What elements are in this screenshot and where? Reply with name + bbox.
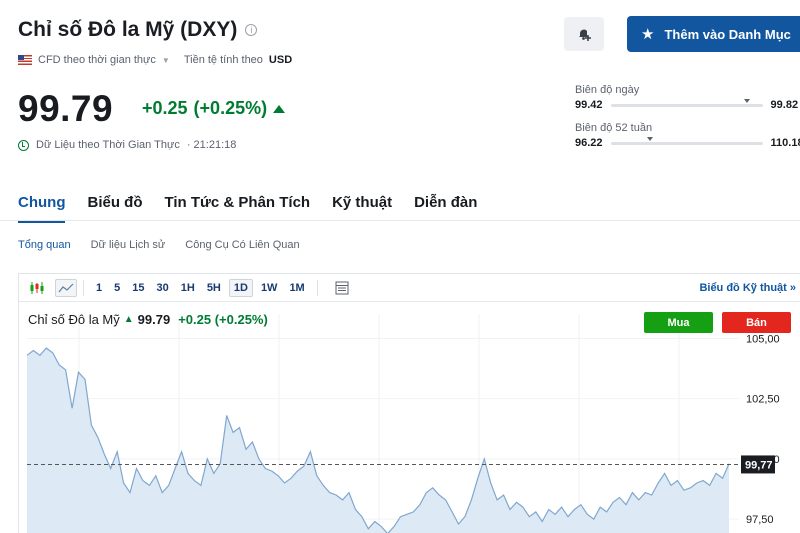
week52-range-label: Biên độ 52 tuần xyxy=(575,122,653,134)
subtab-related[interactable]: Công Cụ Có Liên Quan xyxy=(185,239,299,251)
last-price: 99.79 xyxy=(18,88,114,129)
chevron-down-icon[interactable]: ▼ xyxy=(162,56,170,65)
chart-panel: 1 5 15 30 1H 5H 1D 1W 1M Biểu đồ Kỹ thuậ… xyxy=(18,273,800,533)
subtab-summary[interactable]: Tổng quan xyxy=(18,239,71,251)
update-time: · 21:21:18 xyxy=(186,139,237,151)
page-title: Chỉ số Đô la Mỹ (DXY) i xyxy=(18,18,258,42)
currency-label: Tiền tệ tính theo xyxy=(183,54,263,66)
alert-button[interactable] xyxy=(564,17,604,51)
day-range-bar xyxy=(610,98,763,107)
star-icon: ★ xyxy=(641,26,655,43)
day-range-low: 99.42 xyxy=(575,99,603,111)
week52-range-low: 96.22 xyxy=(575,137,603,149)
sub-tabs: Tổng quan Dữ liệu Lịch sử Công Cụ Có Liê… xyxy=(18,239,300,251)
currency-value: USD xyxy=(268,54,293,66)
tab-chart[interactable]: Biểu đồ xyxy=(87,194,142,211)
info-icon[interactable]: i xyxy=(245,24,258,36)
change-abs: +0.25 xyxy=(142,98,188,118)
add-watchlist-button[interactable]: ★ Thêm vào Danh Mục xyxy=(627,16,800,52)
instrument-subline: CFD theo thời gian thực ▼ Tiền tệ tính t… xyxy=(18,54,292,66)
chart-legend: Chỉ số Đô la Mỹ ▲ 99.79 +0.25 (+0.25%) xyxy=(28,312,268,327)
bell-plus-icon xyxy=(579,29,591,41)
tab-forum[interactable]: Diễn đàn xyxy=(414,194,477,211)
price-area xyxy=(27,348,729,533)
instrument-type[interactable]: CFD theo thời gian thực xyxy=(38,54,156,66)
buy-button[interactable]: Mua xyxy=(644,312,713,333)
realtime-status: Dữ Liệu theo Thời Gian Thực · 21:21:18 xyxy=(18,139,236,151)
realtime-label: Dữ Liệu theo Thời Gian Thực xyxy=(36,139,180,151)
up-arrow-icon xyxy=(273,104,286,113)
tab-news[interactable]: Tin Tức & Phân Tích xyxy=(164,194,310,211)
y-tick-label: 97,50 xyxy=(746,514,774,526)
week52-range-marker xyxy=(647,136,654,141)
main-tabs: Chung Biểu đồ Tin Tức & Phân Tích Kỹ thu… xyxy=(18,194,477,223)
tabs-divider xyxy=(0,220,800,221)
tab-overview[interactable]: Chung xyxy=(18,194,66,223)
up-arrow-icon: ▲ xyxy=(123,314,134,325)
legend-value: 99.79 xyxy=(137,312,171,327)
y-tick-label: 105,00 xyxy=(746,333,780,345)
week52-range-bar xyxy=(610,136,763,145)
title-text: Chỉ số Đô la Mỹ (DXY) xyxy=(18,18,238,41)
subtab-history[interactable]: Dữ liệu Lịch sử xyxy=(91,239,166,251)
day-range-high: 99.82 xyxy=(770,99,799,111)
current-price-label: 99,77 xyxy=(745,459,773,471)
change-pct: (+0.25%) xyxy=(193,98,268,118)
y-tick-label: 102,50 xyxy=(746,394,780,406)
watchlist-label: Thêm vào Danh Mục xyxy=(664,26,791,42)
sell-button[interactable]: Bán xyxy=(722,312,791,333)
week52-range: Biên độ 52 tuần 96.22 110.18 xyxy=(575,122,800,149)
us-flag-icon xyxy=(18,55,32,65)
legend-name: Chỉ số Đô la Mỹ xyxy=(28,312,120,327)
day-range: Biên độ ngày 99.42 99.82 xyxy=(575,84,798,111)
day-range-label: Biên độ ngày xyxy=(575,84,640,96)
price-change: +0.25 (+0.25%) xyxy=(142,98,286,119)
day-range-marker xyxy=(744,98,751,103)
legend-change: +0.25 (+0.25%) xyxy=(178,312,268,327)
tab-technical[interactable]: Kỹ thuật xyxy=(332,194,392,211)
clock-icon xyxy=(18,139,29,151)
week52-range-high: 110.18 xyxy=(770,137,800,149)
